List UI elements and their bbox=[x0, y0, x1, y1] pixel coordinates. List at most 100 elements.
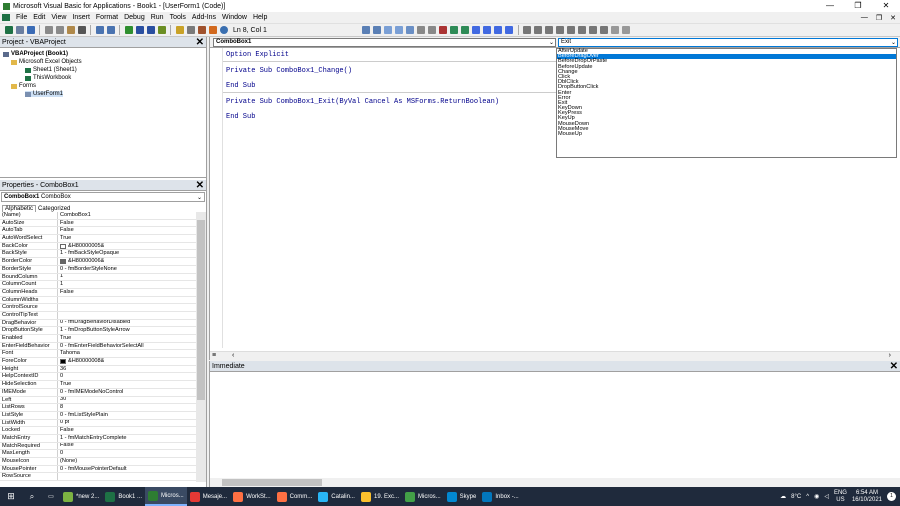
property-row[interactable]: ListRows 8 bbox=[0, 404, 196, 412]
uncomment-block-icon[interactable] bbox=[461, 26, 469, 34]
cut-icon[interactable] bbox=[44, 26, 53, 34]
taskbar-item[interactable]: Skype bbox=[444, 487, 480, 506]
property-row[interactable]: HelpContextID 0 bbox=[0, 373, 196, 382]
indent-icon[interactable] bbox=[417, 26, 425, 34]
property-row[interactable]: Height 36 bbox=[0, 365, 196, 374]
property-row[interactable]: ListStyle 0 - fmListStylePlain bbox=[0, 411, 196, 420]
property-row[interactable]: BorderColor &H80000006& bbox=[0, 258, 196, 266]
property-row[interactable]: Left 30 bbox=[0, 396, 196, 405]
property-row[interactable]: RowSource bbox=[0, 473, 196, 482]
object-browser-icon[interactable] bbox=[197, 26, 206, 34]
property-value[interactable]: True bbox=[58, 235, 71, 242]
property-value[interactable]: 0 bbox=[58, 450, 63, 457]
tree-node-sheet1[interactable]: Sheet1 (Sheet1) bbox=[25, 67, 77, 73]
property-value[interactable]: True bbox=[58, 381, 71, 388]
property-row[interactable]: BackStyle 1 - fmBackStyleOpaque bbox=[0, 250, 196, 259]
previous-bookmark-icon[interactable] bbox=[494, 26, 502, 34]
taskbar-item[interactable]: Catalin... bbox=[315, 487, 358, 506]
language-indicator[interactable]: ENG US bbox=[834, 490, 847, 504]
properties-scrollbar[interactable] bbox=[196, 212, 206, 482]
more-icon[interactable] bbox=[622, 26, 630, 34]
lock-icon[interactable] bbox=[611, 26, 619, 34]
properties-object-combo[interactable]: ComboBox1 ComboBox ⌄ bbox=[1, 192, 205, 202]
tree-node-userform1[interactable]: UserForm1 bbox=[25, 91, 64, 97]
search-button[interactable]: ⌕ bbox=[22, 487, 42, 506]
menu-edit[interactable]: Edit bbox=[30, 14, 48, 21]
property-value[interactable]: False bbox=[58, 289, 74, 296]
taskbar-item[interactable]: WorkSt... bbox=[230, 487, 274, 506]
scroll-thumb[interactable] bbox=[222, 479, 322, 486]
property-row[interactable]: MatchEntry 1 - fmMatchEntryComplete bbox=[0, 434, 196, 443]
property-row[interactable]: BorderStyle 0 - fmBorderStyleNone bbox=[0, 265, 196, 274]
taskbar-item[interactable]: Inbox -... bbox=[479, 487, 521, 506]
property-row[interactable]: DropButtonStyle 1 - fmDropButtonStyleArro… bbox=[0, 327, 196, 335]
property-row[interactable]: MaxLength 0 bbox=[0, 450, 196, 458]
property-value[interactable]: 8 bbox=[58, 404, 63, 411]
task-view-button[interactable]: ▭ bbox=[42, 487, 60, 506]
property-row[interactable]: MouseIcon (None) bbox=[0, 458, 196, 466]
property-row[interactable]: ColumnHeads False bbox=[0, 288, 196, 297]
tab-alphabetic[interactable]: Alphabetic bbox=[2, 205, 37, 212]
property-row[interactable]: Font Tahoma bbox=[0, 350, 196, 359]
property-row[interactable]: AutoSize False bbox=[0, 219, 196, 228]
network-icon[interactable]: ◉ bbox=[814, 493, 819, 500]
dropdown-item[interactable]: MouseUp bbox=[557, 131, 896, 137]
property-value[interactable]: False bbox=[58, 227, 74, 234]
property-row[interactable]: MatchRequired False bbox=[0, 442, 196, 451]
child-close-button[interactable]: ✕ bbox=[886, 14, 900, 22]
property-row[interactable]: Locked False bbox=[0, 427, 196, 435]
property-row[interactable]: BackColor &H80000005& bbox=[0, 242, 196, 251]
property-row[interactable]: ColumnCount 1 bbox=[0, 281, 196, 289]
menu-file[interactable]: File bbox=[13, 14, 30, 21]
start-button[interactable]: ⊞ bbox=[0, 487, 22, 506]
complete-word-icon[interactable] bbox=[406, 26, 414, 34]
property-row[interactable]: ColumnWidths bbox=[0, 296, 196, 305]
design-mode-icon[interactable] bbox=[157, 26, 166, 34]
list-properties-icon[interactable] bbox=[362, 26, 370, 34]
properties-close-icon[interactable]: ✕ bbox=[196, 180, 204, 191]
property-row[interactable]: DragBehavior 0 - fmDragBehaviorDisabled bbox=[0, 319, 196, 328]
size-icon[interactable] bbox=[545, 26, 553, 34]
property-value[interactable]: 0 - fmListStylePlain bbox=[58, 412, 108, 419]
taskbar-item[interactable]: Mesaje... bbox=[187, 487, 230, 506]
property-value[interactable] bbox=[58, 297, 60, 304]
property-value[interactable]: 0 bbox=[58, 373, 63, 380]
menu-add-ins[interactable]: Add-Ins bbox=[189, 14, 219, 21]
property-row[interactable]: Enabled True bbox=[0, 335, 196, 343]
child-restore-button[interactable]: ❐ bbox=[872, 14, 886, 22]
save-icon[interactable] bbox=[26, 26, 35, 34]
clock[interactable]: 6:54 AM 16/10/2021 bbox=[852, 490, 882, 504]
property-row[interactable]: AutoWordSelect True bbox=[0, 235, 196, 243]
bring-front-icon[interactable] bbox=[589, 26, 597, 34]
property-value[interactable]: 0 - fmEnterFieldBehaviorSelectAll bbox=[58, 343, 144, 350]
property-row[interactable]: MousePointer 0 - fmMousePointerDefault bbox=[0, 465, 196, 474]
menu-insert[interactable]: Insert bbox=[69, 14, 93, 21]
property-value[interactable]: 0 pt bbox=[58, 420, 69, 427]
copy-icon[interactable] bbox=[55, 26, 64, 34]
property-value[interactable]: ComboBox1 bbox=[58, 212, 91, 219]
property-value[interactable]: False bbox=[58, 443, 74, 450]
paste-icon[interactable] bbox=[66, 26, 75, 34]
volume-icon[interactable]: ◁ bbox=[824, 493, 829, 500]
insert-userform-icon[interactable] bbox=[15, 26, 24, 34]
minimize-button[interactable]: — bbox=[816, 0, 844, 12]
property-value[interactable]: 0 - fmDragBehaviorDisabled bbox=[58, 320, 130, 327]
property-value[interactable]: Tahoma bbox=[58, 350, 80, 357]
comment-block-icon[interactable] bbox=[450, 26, 458, 34]
notification-badge[interactable]: 1 bbox=[887, 492, 896, 501]
tree-node-vbaproject[interactable]: VBAProject (Book1) bbox=[3, 51, 68, 57]
center-icon[interactable] bbox=[534, 26, 542, 34]
tree-node-thisworkbook[interactable]: ThisWorkbook bbox=[25, 75, 71, 81]
property-row[interactable]: (Name) ComboBox1 bbox=[0, 212, 196, 220]
property-value[interactable]: 1 - fmMatchEntryComplete bbox=[58, 435, 127, 442]
property-row[interactable]: ForeColor &H80000008& bbox=[0, 358, 196, 366]
quick-info-icon[interactable] bbox=[384, 26, 392, 34]
tree-node-excel-objects[interactable]: Microsoft Excel Objects bbox=[11, 59, 82, 65]
property-value[interactable]: 1 bbox=[58, 281, 63, 288]
property-value[interactable] bbox=[58, 312, 60, 319]
list-constants-icon[interactable] bbox=[373, 26, 381, 34]
immediate-scrollbar[interactable] bbox=[210, 478, 900, 487]
taskbar-item[interactable]: Comm... bbox=[274, 487, 316, 506]
property-row[interactable]: IMEMode 0 - fmIMEModeNoControl bbox=[0, 388, 196, 397]
menu-view[interactable]: View bbox=[48, 14, 69, 21]
